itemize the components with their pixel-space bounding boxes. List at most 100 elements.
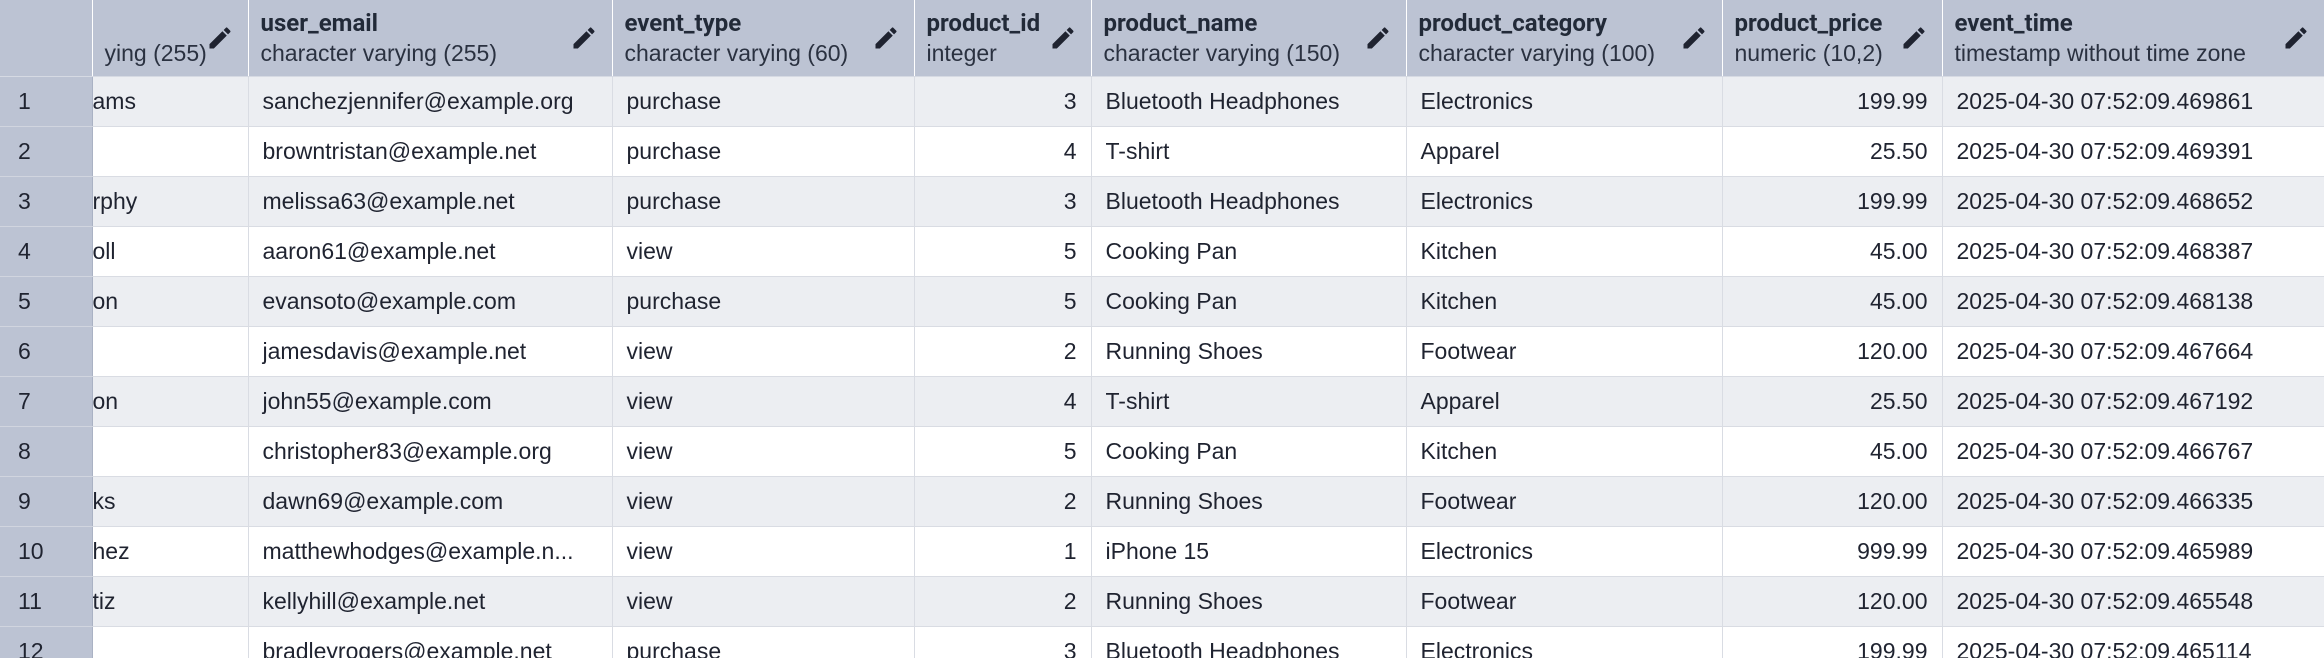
table-row[interactable]: 3 rphy melissa63@example.net purchase 3 Bluet… [0, 176, 2324, 227]
cell-user-email[interactable]: browntristan@example.net [248, 126, 613, 177]
cell-name[interactable]: oll [92, 226, 249, 277]
cell-user-email[interactable]: dawn69@example.com [248, 476, 613, 527]
cell-product-id[interactable]: 1 [914, 526, 1092, 577]
table-row[interactable]: 1 ams sanchezjennifer@example.org purchase 3… [0, 76, 2324, 127]
cell-product-category[interactable]: Electronics [1406, 626, 1723, 658]
table-row[interactable]: 8 christopher83@example.org view 5 Cooking P… [0, 426, 2324, 477]
cell-event-type[interactable]: view [612, 326, 915, 377]
cell-user-email[interactable]: aaron61@example.net [248, 226, 613, 277]
cell-name[interactable]: on [92, 276, 249, 327]
cell-product-id[interactable]: 5 [914, 426, 1092, 477]
cell-event-time[interactable]: 2025-04-30 07:52:09.465989 [1942, 526, 2324, 577]
row-number-cell[interactable]: 11 [0, 576, 93, 627]
column-header-user-email[interactable]: user_email character varying (255) [248, 0, 613, 77]
cell-product-price[interactable]: 199.99 [1722, 626, 1943, 658]
cell-event-time[interactable]: 2025-04-30 07:52:09.468652 [1942, 176, 2324, 227]
cell-product-category[interactable]: Footwear [1406, 476, 1723, 527]
cell-product-category[interactable]: Electronics [1406, 176, 1723, 227]
cell-product-id[interactable]: 2 [914, 326, 1092, 377]
cell-product-price[interactable]: 120.00 [1722, 326, 1943, 377]
cell-user-email[interactable]: jamesdavis@example.net [248, 326, 613, 377]
cell-product-price[interactable]: 45.00 [1722, 226, 1943, 277]
cell-event-time[interactable]: 2025-04-30 07:52:09.468387 [1942, 226, 2324, 277]
table-row[interactable]: 12 bradleyrogers@example.net purchase 3 Blue… [0, 626, 2324, 658]
cell-product-name[interactable]: iPhone 15 [1091, 526, 1407, 577]
cell-user-email[interactable]: kellyhill@example.net [248, 576, 613, 627]
column-header-product-price[interactable]: product_price numeric (10,2) [1722, 0, 1943, 77]
row-number-cell[interactable]: 12 [0, 626, 93, 658]
cell-product-name[interactable]: Cooking Pan [1091, 226, 1407, 277]
pencil-icon[interactable] [1900, 24, 1928, 52]
cell-product-id[interactable]: 5 [914, 276, 1092, 327]
cell-event-time[interactable]: 2025-04-30 07:52:09.466767 [1942, 426, 2324, 477]
table-row[interactable]: 6 jamesdavis@example.net view 2 Running Shoe… [0, 326, 2324, 377]
cell-product-price[interactable]: 120.00 [1722, 476, 1943, 527]
cell-user-email[interactable]: sanchezjennifer@example.org [248, 76, 613, 127]
table-row[interactable]: 4 oll aaron61@example.net view 5 Cooking Pan K… [0, 226, 2324, 277]
cell-event-time[interactable]: 2025-04-30 07:52:09.469391 [1942, 126, 2324, 177]
cell-event-time[interactable]: 2025-04-30 07:52:09.469861 [1942, 76, 2324, 127]
cell-user-email[interactable]: melissa63@example.net [248, 176, 613, 227]
table-row[interactable]: 7 on john55@example.com view 4 T-shirt Apparel… [0, 376, 2324, 427]
cell-name[interactable] [92, 126, 249, 177]
cell-name[interactable] [92, 326, 249, 377]
cell-event-type[interactable]: view [612, 376, 915, 427]
cell-event-time[interactable]: 2025-04-30 07:52:09.467664 [1942, 326, 2324, 377]
cell-name[interactable] [92, 426, 249, 477]
cell-product-category[interactable]: Apparel [1406, 126, 1723, 177]
table-row[interactable]: 11 tiz kellyhill@example.net view 2 Running S… [0, 576, 2324, 627]
cell-product-price[interactable]: 999.99 [1722, 526, 1943, 577]
cell-name[interactable]: ks [92, 476, 249, 527]
cell-event-time[interactable]: 2025-04-30 07:52:09.465114 [1942, 626, 2324, 658]
cell-product-id[interactable]: 4 [914, 376, 1092, 427]
cell-product-category[interactable]: Electronics [1406, 526, 1723, 577]
cell-user-email[interactable]: john55@example.com [248, 376, 613, 427]
cell-product-category[interactable]: Footwear [1406, 326, 1723, 377]
cell-product-id[interactable]: 3 [914, 176, 1092, 227]
row-number-cell[interactable]: 10 [0, 526, 93, 577]
cell-product-name[interactable]: Running Shoes [1091, 326, 1407, 377]
row-number-cell[interactable]: 8 [0, 426, 93, 477]
cell-event-type[interactable]: view [612, 226, 915, 277]
pencil-icon[interactable] [570, 24, 598, 52]
cell-product-price[interactable]: 120.00 [1722, 576, 1943, 627]
cell-product-name[interactable]: Running Shoes [1091, 576, 1407, 627]
cell-event-time[interactable]: 2025-04-30 07:52:09.467192 [1942, 376, 2324, 427]
cell-event-type[interactable]: view [612, 576, 915, 627]
pencil-icon[interactable] [872, 24, 900, 52]
cell-name[interactable]: tiz [92, 576, 249, 627]
cell-product-category[interactable]: Footwear [1406, 576, 1723, 627]
cell-product-name[interactable]: Bluetooth Headphones [1091, 76, 1407, 127]
pencil-icon[interactable] [1364, 24, 1392, 52]
cell-user-email[interactable]: bradleyrogers@example.net [248, 626, 613, 658]
row-number-header[interactable] [0, 0, 93, 77]
pencil-icon[interactable] [2282, 24, 2310, 52]
cell-product-category[interactable]: Kitchen [1406, 226, 1723, 277]
table-row[interactable]: 10 hez matthewhodges@example.n... view 1 iPho… [0, 526, 2324, 577]
column-header-event-time[interactable]: event_time timestamp without time zone [1942, 0, 2324, 77]
cell-event-time[interactable]: 2025-04-30 07:52:09.468138 [1942, 276, 2324, 327]
cell-name[interactable]: hez [92, 526, 249, 577]
cell-event-type[interactable]: purchase [612, 276, 915, 327]
column-header-event-type[interactable]: event_type character varying (60) [612, 0, 915, 77]
cell-product-name[interactable]: Cooking Pan [1091, 426, 1407, 477]
cell-product-id[interactable]: 4 [914, 126, 1092, 177]
row-number-cell[interactable]: 5 [0, 276, 93, 327]
cell-event-type[interactable]: view [612, 476, 915, 527]
cell-name[interactable]: rphy [92, 176, 249, 227]
cell-product-category[interactable]: Electronics [1406, 76, 1723, 127]
pencil-icon[interactable] [1680, 24, 1708, 52]
column-header-user-name[interactable]: ying (255) [92, 0, 249, 77]
row-number-cell[interactable]: 2 [0, 126, 93, 177]
cell-event-type[interactable]: view [612, 526, 915, 577]
cell-product-price[interactable]: 25.50 [1722, 126, 1943, 177]
row-number-cell[interactable]: 1 [0, 76, 93, 127]
row-number-cell[interactable]: 9 [0, 476, 93, 527]
table-row[interactable]: 9 ks dawn69@example.com view 2 Running Shoes F… [0, 476, 2324, 527]
cell-product-category[interactable]: Kitchen [1406, 426, 1723, 477]
pencil-icon[interactable] [1049, 24, 1077, 52]
cell-product-name[interactable]: Bluetooth Headphones [1091, 626, 1407, 658]
cell-product-name[interactable]: Cooking Pan [1091, 276, 1407, 327]
cell-product-id[interactable]: 5 [914, 226, 1092, 277]
cell-product-category[interactable]: Kitchen [1406, 276, 1723, 327]
